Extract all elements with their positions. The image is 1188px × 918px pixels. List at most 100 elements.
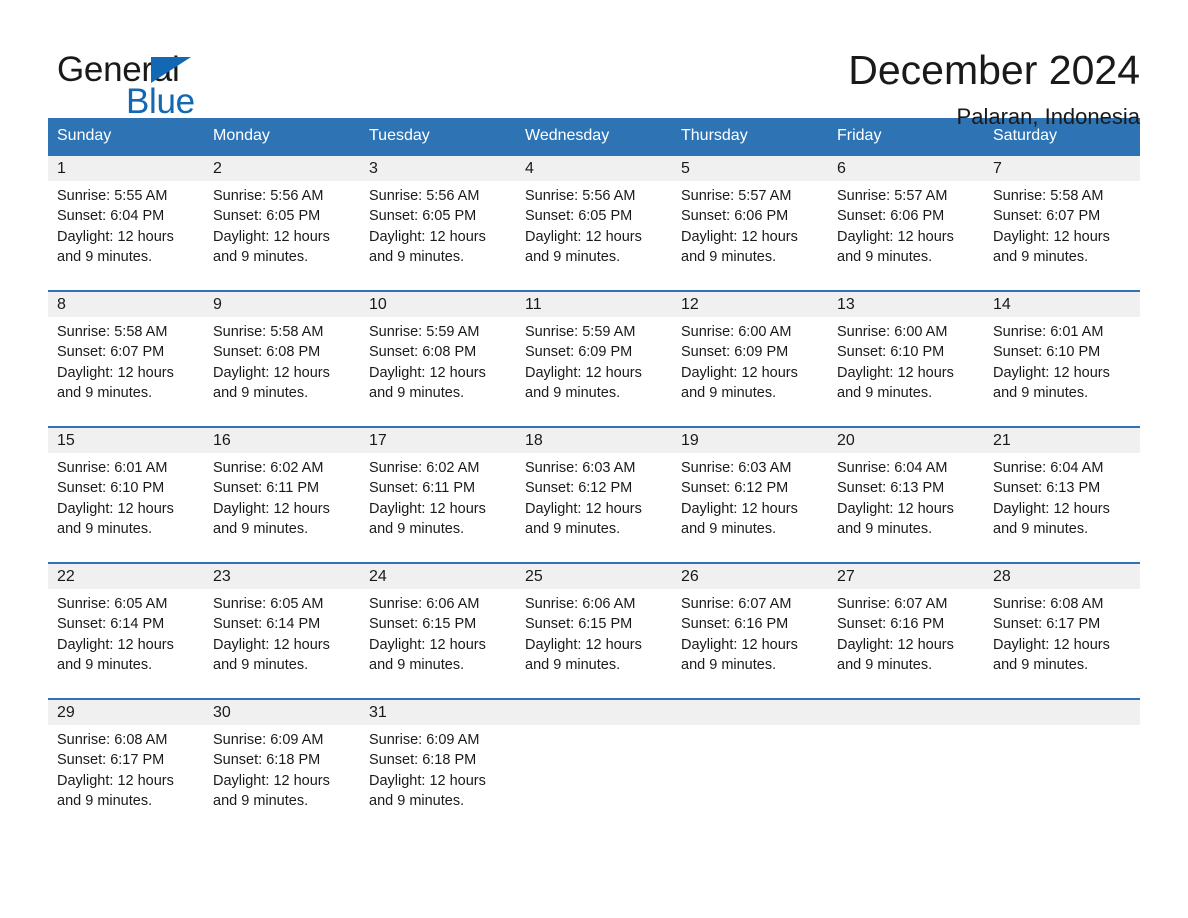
day-details: Sunrise: 5:58 AM Sunset: 6:08 PM Dayligh… — [213, 322, 351, 403]
sunset-text: Sunset: 6:05 PM — [369, 208, 477, 225]
calendar-week-row: 1 Sunrise: 5:55 AM Sunset: 6:04 PM Dayli… — [48, 154, 1140, 290]
daylight-text-line1: Daylight: 12 hours — [369, 772, 486, 789]
day-details: Sunrise: 6:01 AM Sunset: 6:10 PM Dayligh… — [993, 322, 1131, 403]
calendar-day-cell[interactable]: 21 Sunrise: 6:04 AM Sunset: 6:13 PM Dayl… — [984, 428, 1140, 562]
daylight-text-line2: and 9 minutes. — [213, 656, 309, 673]
calendar-day-cell[interactable]: 15 Sunrise: 6:01 AM Sunset: 6:10 PM Dayl… — [48, 428, 204, 562]
calendar-day-cell[interactable]: 8 Sunrise: 5:58 AM Sunset: 6:07 PM Dayli… — [48, 292, 204, 426]
sunrise-text: Sunrise: 5:56 AM — [213, 188, 324, 204]
day-number: 5 — [681, 160, 690, 177]
calendar-day-cell[interactable]: 25 Sunrise: 6:06 AM Sunset: 6:15 PM Dayl… — [516, 564, 672, 698]
calendar-day-cell[interactable]: 3 Sunrise: 5:56 AM Sunset: 6:05 PM Dayli… — [360, 156, 516, 290]
daylight-text-line2: and 9 minutes. — [681, 384, 777, 401]
day-details: Sunrise: 5:59 AM Sunset: 6:08 PM Dayligh… — [369, 322, 507, 403]
daylight-text-line2: and 9 minutes. — [993, 656, 1089, 673]
calendar-day-cell[interactable]: 4 Sunrise: 5:56 AM Sunset: 6:05 PM Dayli… — [516, 156, 672, 290]
calendar-day-cell[interactable]: 5 Sunrise: 5:57 AM Sunset: 6:06 PM Dayli… — [672, 156, 828, 290]
sunset-text: Sunset: 6:10 PM — [837, 344, 945, 361]
calendar-day-cell[interactable]: 10 Sunrise: 5:59 AM Sunset: 6:08 PM Dayl… — [360, 292, 516, 426]
calendar-day-cell[interactable]: 29 Sunrise: 6:08 AM Sunset: 6:17 PM Dayl… — [48, 700, 204, 834]
daylight-text-line1: Daylight: 12 hours — [57, 772, 174, 789]
sunrise-text: Sunrise: 6:00 AM — [681, 324, 792, 340]
sunset-text: Sunset: 6:14 PM — [213, 616, 321, 633]
calendar-day-cell[interactable]: 17 Sunrise: 6:02 AM Sunset: 6:11 PM Dayl… — [360, 428, 516, 562]
calendar-day-cell[interactable]: 27 Sunrise: 6:07 AM Sunset: 6:16 PM Dayl… — [828, 564, 984, 698]
daylight-text-line2: and 9 minutes. — [57, 520, 153, 537]
calendar-day-cell[interactable]: 23 Sunrise: 6:05 AM Sunset: 6:14 PM Dayl… — [204, 564, 360, 698]
day-number: 28 — [993, 568, 1011, 585]
calendar-day-cell[interactable]: 28 Sunrise: 6:08 AM Sunset: 6:17 PM Dayl… — [984, 564, 1140, 698]
general-blue-logo[interactable]: General Blue — [48, 44, 298, 119]
daylight-text-line1: Daylight: 12 hours — [993, 228, 1110, 245]
calendar-day-cell[interactable]: 1 Sunrise: 5:55 AM Sunset: 6:04 PM Dayli… — [48, 156, 204, 290]
weekday-header-monday: Monday — [213, 127, 270, 144]
calendar-day-cell[interactable]: 30 Sunrise: 6:09 AM Sunset: 6:18 PM Dayl… — [204, 700, 360, 834]
sunset-text: Sunset: 6:10 PM — [57, 480, 165, 497]
daylight-text-line2: and 9 minutes. — [369, 248, 465, 265]
day-details — [681, 730, 819, 811]
daylight-text-line2: and 9 minutes. — [993, 384, 1089, 401]
sunrise-text: Sunrise: 6:01 AM — [57, 460, 168, 476]
sunset-text: Sunset: 6:12 PM — [681, 480, 789, 497]
daylight-text-line1: Daylight: 12 hours — [837, 364, 954, 381]
calendar-day-cell-empty — [516, 700, 672, 834]
page-header: General Blue December 2024 Palaran, Indo… — [48, 0, 1140, 129]
day-details: Sunrise: 6:06 AM Sunset: 6:15 PM Dayligh… — [525, 594, 663, 675]
daylight-text-line1: Daylight: 12 hours — [993, 364, 1110, 381]
day-number: 17 — [369, 432, 387, 449]
day-number: 12 — [681, 296, 699, 313]
day-details: Sunrise: 6:08 AM Sunset: 6:17 PM Dayligh… — [57, 730, 195, 811]
sunset-text: Sunset: 6:04 PM — [57, 208, 165, 225]
daylight-text-line1: Daylight: 12 hours — [57, 228, 174, 245]
calendar-day-cell[interactable]: 14 Sunrise: 6:01 AM Sunset: 6:10 PM Dayl… — [984, 292, 1140, 426]
calendar-day-cell[interactable]: 22 Sunrise: 6:05 AM Sunset: 6:14 PM Dayl… — [48, 564, 204, 698]
sunrise-text: Sunrise: 6:06 AM — [369, 596, 480, 612]
day-number: 24 — [369, 568, 387, 585]
day-details: Sunrise: 5:56 AM Sunset: 6:05 PM Dayligh… — [525, 186, 663, 267]
calendar-day-cell[interactable]: 6 Sunrise: 5:57 AM Sunset: 6:06 PM Dayli… — [828, 156, 984, 290]
calendar-day-cell[interactable]: 31 Sunrise: 6:09 AM Sunset: 6:18 PM Dayl… — [360, 700, 516, 834]
calendar-day-cell[interactable]: 20 Sunrise: 6:04 AM Sunset: 6:13 PM Dayl… — [828, 428, 984, 562]
day-details — [993, 730, 1131, 811]
sunset-text: Sunset: 6:06 PM — [837, 208, 945, 225]
day-number: 29 — [57, 704, 75, 721]
sunrise-text: Sunrise: 6:05 AM — [57, 596, 168, 612]
calendar-day-cell[interactable]: 11 Sunrise: 5:59 AM Sunset: 6:09 PM Dayl… — [516, 292, 672, 426]
day-details: Sunrise: 6:00 AM Sunset: 6:09 PM Dayligh… — [681, 322, 819, 403]
calendar-day-cell[interactable]: 2 Sunrise: 5:56 AM Sunset: 6:05 PM Dayli… — [204, 156, 360, 290]
daylight-text-line2: and 9 minutes. — [57, 384, 153, 401]
day-details: Sunrise: 5:56 AM Sunset: 6:05 PM Dayligh… — [213, 186, 351, 267]
day-details: Sunrise: 6:08 AM Sunset: 6:17 PM Dayligh… — [993, 594, 1131, 675]
calendar-day-cell[interactable]: 7 Sunrise: 5:58 AM Sunset: 6:07 PM Dayli… — [984, 156, 1140, 290]
calendar-day-cell[interactable]: 13 Sunrise: 6:00 AM Sunset: 6:10 PM Dayl… — [828, 292, 984, 426]
day-details: Sunrise: 6:03 AM Sunset: 6:12 PM Dayligh… — [681, 458, 819, 539]
daylight-text-line2: and 9 minutes. — [681, 248, 777, 265]
day-number: 15 — [57, 432, 75, 449]
sunrise-text: Sunrise: 5:58 AM — [57, 324, 168, 340]
daylight-text-line2: and 9 minutes. — [993, 248, 1089, 265]
day-number: 20 — [837, 432, 855, 449]
daylight-text-line2: and 9 minutes. — [369, 520, 465, 537]
daylight-text-line2: and 9 minutes. — [681, 520, 777, 537]
day-number: 25 — [525, 568, 543, 585]
daylight-text-line2: and 9 minutes. — [525, 248, 621, 265]
sunrise-text: Sunrise: 6:03 AM — [525, 460, 636, 476]
day-number: 16 — [213, 432, 231, 449]
calendar-day-cell[interactable]: 24 Sunrise: 6:06 AM Sunset: 6:15 PM Dayl… — [360, 564, 516, 698]
daylight-text-line1: Daylight: 12 hours — [369, 500, 486, 517]
calendar-day-cell[interactable]: 12 Sunrise: 6:00 AM Sunset: 6:09 PM Dayl… — [672, 292, 828, 426]
sunrise-text: Sunrise: 6:01 AM — [993, 324, 1104, 340]
calendar-day-cell[interactable]: 9 Sunrise: 5:58 AM Sunset: 6:08 PM Dayli… — [204, 292, 360, 426]
daylight-text-line1: Daylight: 12 hours — [681, 364, 798, 381]
weekday-header-friday: Friday — [837, 127, 882, 144]
calendar-week-row: 8 Sunrise: 5:58 AM Sunset: 6:07 PM Dayli… — [48, 290, 1140, 426]
sunrise-text: Sunrise: 6:09 AM — [369, 732, 480, 748]
sunrise-text: Sunrise: 6:07 AM — [681, 596, 792, 612]
calendar-day-cell[interactable]: 19 Sunrise: 6:03 AM Sunset: 6:12 PM Dayl… — [672, 428, 828, 562]
daylight-text-line1: Daylight: 12 hours — [681, 500, 798, 517]
day-details: Sunrise: 6:00 AM Sunset: 6:10 PM Dayligh… — [837, 322, 975, 403]
calendar-day-cell[interactable]: 16 Sunrise: 6:02 AM Sunset: 6:11 PM Dayl… — [204, 428, 360, 562]
sunrise-text: Sunrise: 5:55 AM — [57, 188, 168, 204]
calendar-day-cell[interactable]: 18 Sunrise: 6:03 AM Sunset: 6:12 PM Dayl… — [516, 428, 672, 562]
calendar-day-cell[interactable]: 26 Sunrise: 6:07 AM Sunset: 6:16 PM Dayl… — [672, 564, 828, 698]
